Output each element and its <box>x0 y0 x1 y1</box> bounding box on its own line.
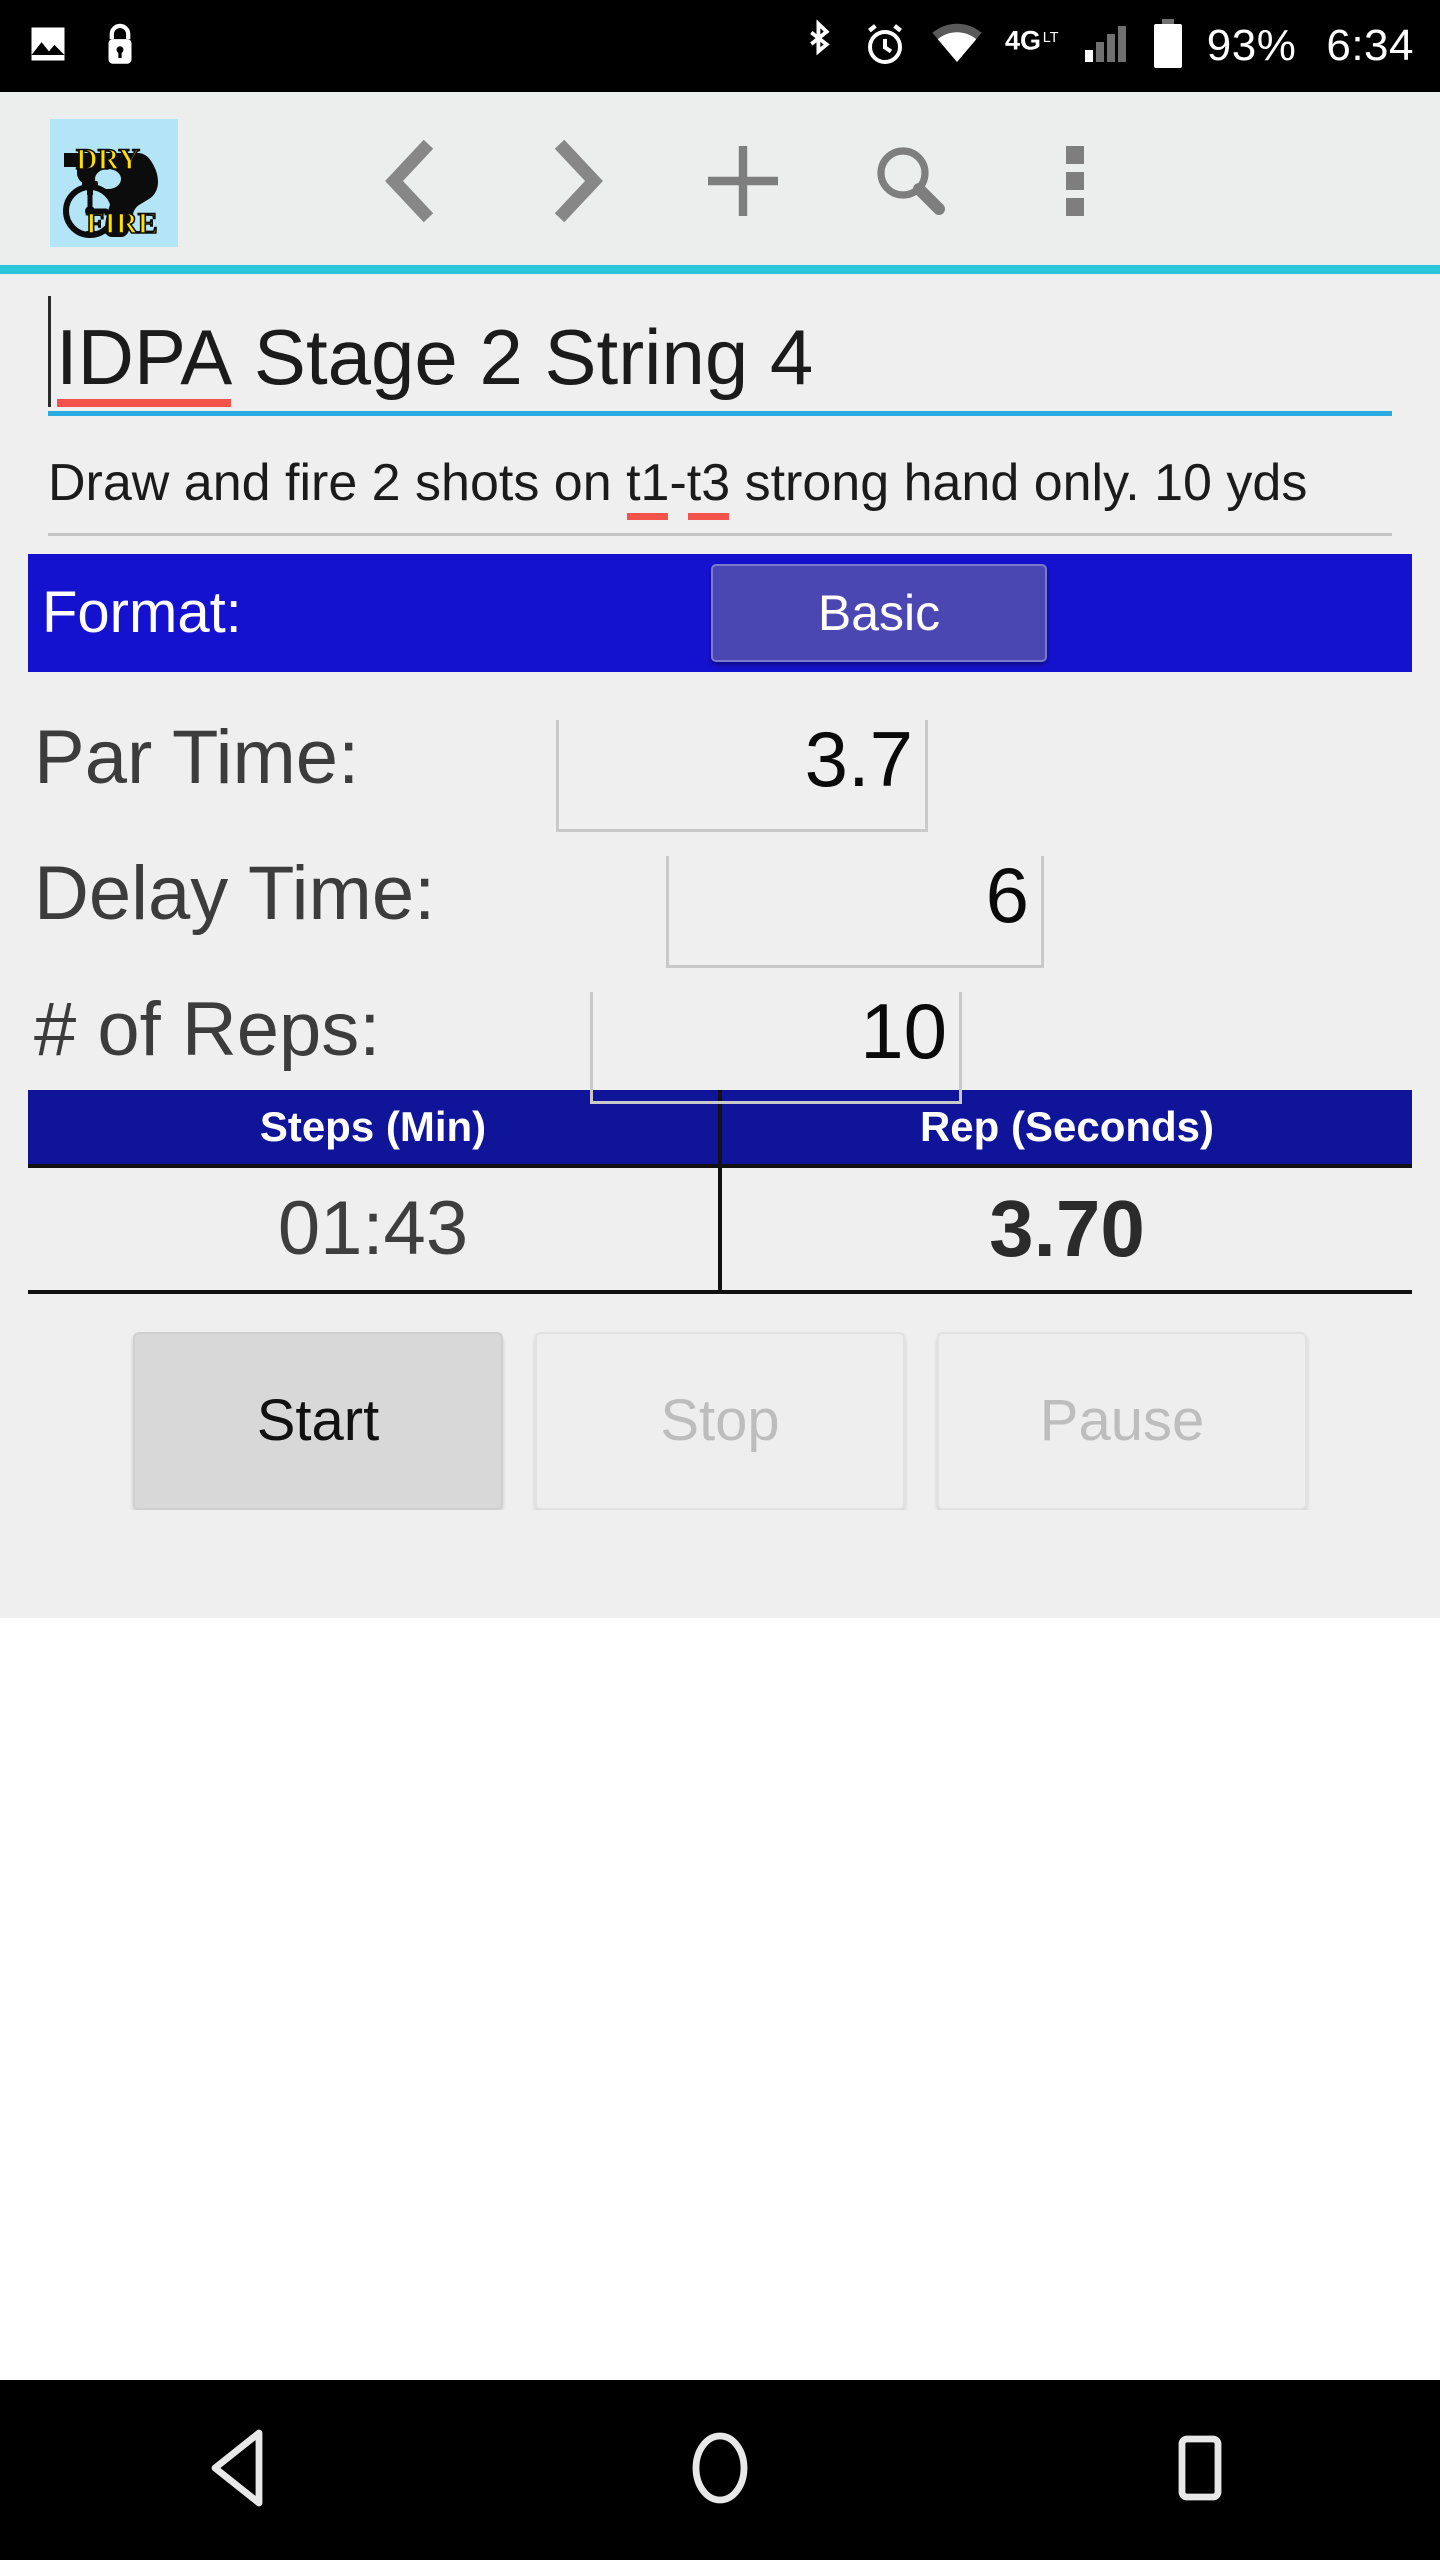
toolbar-actions <box>328 113 1158 253</box>
description-misspelled-t3: t3 <box>687 450 730 520</box>
signal-bars-icon <box>1081 22 1129 71</box>
drill-description-input[interactable]: Draw and fire 2 shots on t1-t3 strong ha… <box>48 450 1392 536</box>
svg-text:DRY: DRY <box>76 143 140 176</box>
circle-home-icon <box>685 2429 755 2512</box>
delay-time-input[interactable]: 6 <box>666 850 1044 968</box>
square-recents-icon <box>1168 2429 1232 2512</box>
svg-text:FIRE: FIRE <box>86 207 158 240</box>
network-4g-icon: 4G LTE <box>1005 23 1068 70</box>
plus-icon <box>700 138 786 229</box>
more-vertical-icon <box>1062 138 1088 229</box>
battery-percent-label: 93% <box>1206 21 1297 70</box>
format-row: Format: Basic <box>28 553 1412 672</box>
status-bar: 4G LTE 93% 6:34 <box>0 0 1440 92</box>
description-line-2: 10 yds <box>1154 454 1308 513</box>
timer-controls: Start Stop Pause <box>0 1294 1440 1510</box>
delay-time-row: Delay Time: 6 <box>0 850 1440 968</box>
num-reps-label: # of Reps: <box>34 986 381 1072</box>
svg-text:LTE: LTE <box>1043 30 1059 46</box>
battery-icon <box>1151 18 1185 75</box>
search-button[interactable] <box>826 113 992 253</box>
drill-title-rest: Stage 2 String 4 <box>232 313 814 401</box>
clock-label: 6:34 <box>1326 21 1414 70</box>
format-label: Format: <box>42 579 242 645</box>
nav-back-button[interactable] <box>140 2380 340 2560</box>
drill-title-input[interactable]: IDPA Stage 2 String 4 <box>48 296 1392 417</box>
num-reps-input[interactable]: 10 <box>590 986 962 1104</box>
overflow-menu-button[interactable] <box>992 113 1158 253</box>
steps-value: 01:43 <box>277 1186 469 1272</box>
delay-time-value: 6 <box>985 850 1029 939</box>
format-select-button[interactable]: Basic <box>711 563 1047 662</box>
pause-button[interactable]: Pause <box>937 1331 1307 1510</box>
text-cursor <box>48 296 51 408</box>
chevron-left-icon <box>378 139 444 228</box>
num-reps-row: # of Reps: 10 <box>0 986 1440 1104</box>
alarm-icon <box>861 20 909 73</box>
content-bottom-padding <box>0 1509 1440 1618</box>
description-part-b: strong hand only. <box>730 454 1140 513</box>
triangle-back-icon <box>205 2429 275 2512</box>
par-time-row: Par Time: 3.7 <box>0 714 1440 832</box>
lock-icon <box>100 21 140 72</box>
dry-fire-app-logo[interactable]: DRY FIRE <box>50 119 178 247</box>
previous-button[interactable] <box>328 113 494 253</box>
wifi-icon <box>931 22 983 71</box>
phone-screen: 4G LTE 93% 6:34 <box>0 0 1440 2560</box>
svg-text:4G: 4G <box>1005 25 1041 55</box>
description-part-a: Draw and fire 2 shots on <box>48 454 627 513</box>
timer-table: Steps (Min) Rep (Seconds) 01:43 3.70 <box>28 1089 1412 1294</box>
main-content: IDPA Stage 2 String 4 Draw and fire 2 sh… <box>0 274 1440 1618</box>
toolbar-accent-divider <box>0 265 1440 274</box>
drill-description-value: Draw and fire 2 shots on t1-t3 strong ha… <box>48 450 1392 520</box>
par-time-label: Par Time: <box>34 714 360 800</box>
delay-time-label: Delay Time: <box>34 850 436 936</box>
nav-home-button[interactable] <box>620 2380 820 2560</box>
drill-title-misspelled-word: IDPA <box>56 313 233 408</box>
bluetooth-icon <box>799 18 839 74</box>
add-button[interactable] <box>660 113 826 253</box>
next-button[interactable] <box>494 113 660 253</box>
chevron-right-icon <box>544 139 610 228</box>
empty-list-area <box>0 1617 1440 2380</box>
steps-value-cell: 01:43 <box>28 1167 722 1290</box>
status-bar-left-icons <box>26 21 140 72</box>
num-reps-value: 10 <box>860 986 947 1075</box>
drill-title-value: IDPA Stage 2 String 4 <box>48 296 814 408</box>
par-time-value: 3.7 <box>804 714 913 803</box>
stop-button[interactable]: Stop <box>535 1331 905 1510</box>
android-navigation-bar <box>0 2380 1440 2560</box>
app-toolbar: DRY FIRE <box>0 92 1440 274</box>
rep-value-cell: 3.70 <box>722 1168 1412 1290</box>
description-misspelled-t1: t1 <box>626 450 669 520</box>
nav-recents-button[interactable] <box>1100 2380 1300 2560</box>
timer-table-value-row: 01:43 3.70 <box>28 1167 1412 1290</box>
photo-icon <box>26 22 70 71</box>
rep-value: 3.70 <box>989 1183 1145 1273</box>
description-dash: - <box>669 454 687 513</box>
par-time-input[interactable]: 3.7 <box>556 714 928 832</box>
search-icon <box>869 141 949 226</box>
status-bar-right-icons: 4G LTE 93% 6:34 <box>799 18 1414 75</box>
start-button[interactable]: Start <box>133 1331 503 1510</box>
